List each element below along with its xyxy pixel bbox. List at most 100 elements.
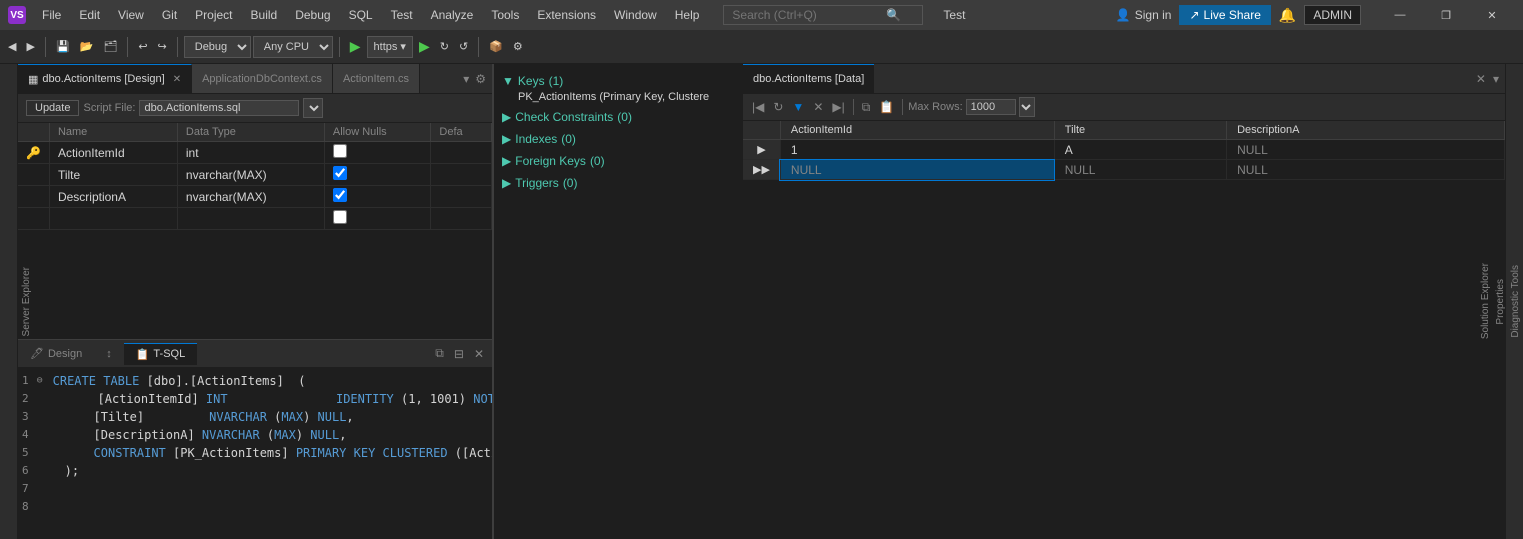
data-row-new[interactable]: ▶▶ NULL NULL NULL [743, 160, 1505, 180]
toolbar-open[interactable]: 📂 [76, 34, 98, 60]
max-rows-input[interactable] [966, 99, 1016, 115]
table-row[interactable]: Tilte nvarchar(MAX) [18, 164, 492, 186]
data-cell-tilte-1[interactable]: A [1054, 140, 1226, 160]
table-row[interactable] [18, 208, 492, 230]
menu-analyze[interactable]: Analyze [423, 6, 482, 24]
script-file-input[interactable] [139, 100, 299, 116]
data-expand[interactable]: ⧉ [859, 99, 874, 116]
col-allownulls-cell[interactable] [324, 208, 431, 230]
attach-button[interactable]: ↺ [455, 34, 472, 60]
data-row-1[interactable]: ▶ 1 A NULL [743, 140, 1505, 160]
collapse-btn-1[interactable]: ⊖ [37, 372, 49, 390]
menu-window[interactable]: Window [606, 6, 665, 24]
menu-sql[interactable]: SQL [341, 6, 381, 24]
col-name-cell[interactable]: DescriptionA [49, 186, 177, 208]
data-filter-clear[interactable]: ✕ [810, 99, 826, 115]
col-default-cell[interactable] [431, 186, 492, 208]
menu-tools[interactable]: Tools [483, 6, 527, 24]
toolbar-nav-forward[interactable]: ▶ [22, 34, 38, 60]
sql-close-button[interactable]: ✕ [470, 344, 488, 363]
data-cell-descriptiona-1[interactable]: NULL [1227, 140, 1505, 160]
tab-dropdown-button[interactable]: ▾ [461, 70, 471, 88]
col-allownulls-cell[interactable] [324, 164, 431, 186]
col-default-cell[interactable] [431, 142, 492, 164]
col-header-tilte[interactable]: Tilte [1054, 121, 1226, 140]
sql-editor[interactable]: 1 2 3 4 5 6 7 8 ⊖ [18, 368, 492, 539]
diagnostic-tools-label[interactable]: Diagnostic Tools [1508, 257, 1523, 346]
col-allownulls-cell[interactable] [324, 142, 431, 164]
col-allownulls-cell[interactable] [324, 186, 431, 208]
menu-help[interactable]: Help [667, 6, 708, 24]
toolbar-undo[interactable]: ↩ [134, 34, 151, 60]
sql-split-button[interactable]: ⊟ [450, 344, 468, 363]
notifications-icon[interactable]: 🔔 [1279, 7, 1296, 24]
sql-expand-button[interactable]: ⧉ [431, 344, 448, 363]
menu-project[interactable]: Project [187, 6, 240, 24]
tab-tsql[interactable]: 📋 T-SQL [124, 343, 198, 365]
col-default-cell[interactable] [431, 164, 492, 186]
allownulls-checkbox[interactable] [333, 210, 347, 224]
col-name-cell[interactable]: Tilte [49, 164, 177, 186]
keys-section-title[interactable]: ▼ Keys (1) [502, 72, 735, 90]
toolbar-redo[interactable]: ↪ [154, 34, 171, 60]
https-selector[interactable]: https ▾ [367, 36, 413, 58]
close-design-tab[interactable]: ✕ [173, 74, 181, 85]
pk-entry[interactable]: PK_ActionItems (Primary Key, Clustere [502, 90, 735, 104]
tab-applicationdbcontext[interactable]: ApplicationDbContext.cs [192, 64, 333, 94]
col-datatype-cell[interactable]: nvarchar(MAX) [177, 186, 324, 208]
menu-git[interactable]: Git [154, 6, 185, 24]
menu-build[interactable]: Build [243, 6, 286, 24]
properties-label[interactable]: Properties [1493, 271, 1508, 333]
tab-actionitem[interactable]: ActionItem.cs [333, 64, 420, 94]
menu-file[interactable]: File [34, 6, 69, 24]
data-cell-tilte-new[interactable]: NULL [1054, 160, 1226, 180]
col-header-descriptiona[interactable]: DescriptionA [1227, 121, 1505, 140]
git-button[interactable]: ⚙ [509, 34, 527, 60]
tab-design-actionitems[interactable]: ▦ dbo.ActionItems [Design] ✕ [18, 64, 192, 94]
sign-in-button[interactable]: 👤 Sign in [1116, 8, 1172, 22]
col-datatype-cell[interactable]: nvarchar(MAX) [177, 164, 324, 186]
minimize-button[interactable]: — [1377, 0, 1423, 30]
max-rows-select[interactable] [1019, 97, 1035, 117]
refresh-button[interactable]: ↻ [436, 34, 453, 60]
data-next-row[interactable]: ▶| [829, 99, 847, 115]
data-filter[interactable]: ▼ [789, 99, 807, 115]
search-box[interactable]: 🔍 [723, 5, 923, 25]
table-row[interactable]: DescriptionA nvarchar(MAX) [18, 186, 492, 208]
tab-settings-button[interactable]: ⚙ [473, 70, 488, 88]
allownulls-checkbox[interactable] [333, 144, 347, 158]
tab-design[interactable]: 🖊 Design [18, 343, 94, 364]
script-file-select[interactable]: ▾ [303, 98, 323, 118]
table-row[interactable]: 🔑 ActionItemId int [18, 142, 492, 164]
indexes-title[interactable]: ▶ Indexes (0) [502, 130, 735, 148]
tab-sort[interactable]: ↕ [94, 344, 124, 364]
server-explorer-label[interactable]: Server Explorer [19, 259, 34, 344]
data-cell-actionitemid-new[interactable]: NULL [780, 160, 1054, 180]
data-tab-dropdown[interactable]: ▾ [1491, 70, 1501, 88]
toolbar-save-all[interactable]: 🗂 [99, 34, 121, 60]
allownulls-checkbox[interactable] [333, 188, 347, 202]
col-default-cell[interactable] [431, 208, 492, 230]
data-first-row[interactable]: |◀ [749, 99, 767, 115]
allownulls-checkbox[interactable] [333, 166, 347, 180]
toolbar-save-group[interactable]: 💾 [52, 34, 74, 60]
live-share-button[interactable]: ↗ Live Share [1179, 5, 1270, 25]
col-name-cell[interactable] [49, 208, 177, 230]
data-cell-actionitemid-1[interactable]: 1 [780, 140, 1054, 160]
play-button-2[interactable]: ▶ [415, 34, 434, 60]
solution-explorer-label[interactable]: Solution Explorer [1478, 255, 1493, 347]
restore-button[interactable]: ❐ [1423, 0, 1469, 30]
close-button[interactable]: ✕ [1469, 0, 1515, 30]
foreign-keys-title[interactable]: ▶ Foreign Keys (0) [502, 152, 735, 170]
menu-view[interactable]: View [110, 6, 152, 24]
col-header-actionitemid[interactable]: ActionItemId [780, 121, 1054, 140]
data-cell-descriptiona-new[interactable]: NULL [1227, 160, 1505, 180]
search-input[interactable] [732, 8, 882, 22]
toolbar-nav-back[interactable]: ◀ [4, 34, 20, 60]
data-tab-close[interactable]: ✕ [1474, 70, 1488, 88]
data-refresh[interactable]: ↻ [770, 99, 786, 115]
data-script[interactable]: 📋 [876, 99, 897, 115]
menu-test[interactable]: Test [383, 6, 421, 24]
col-datatype-cell[interactable] [177, 208, 324, 230]
menu-edit[interactable]: Edit [71, 6, 108, 24]
